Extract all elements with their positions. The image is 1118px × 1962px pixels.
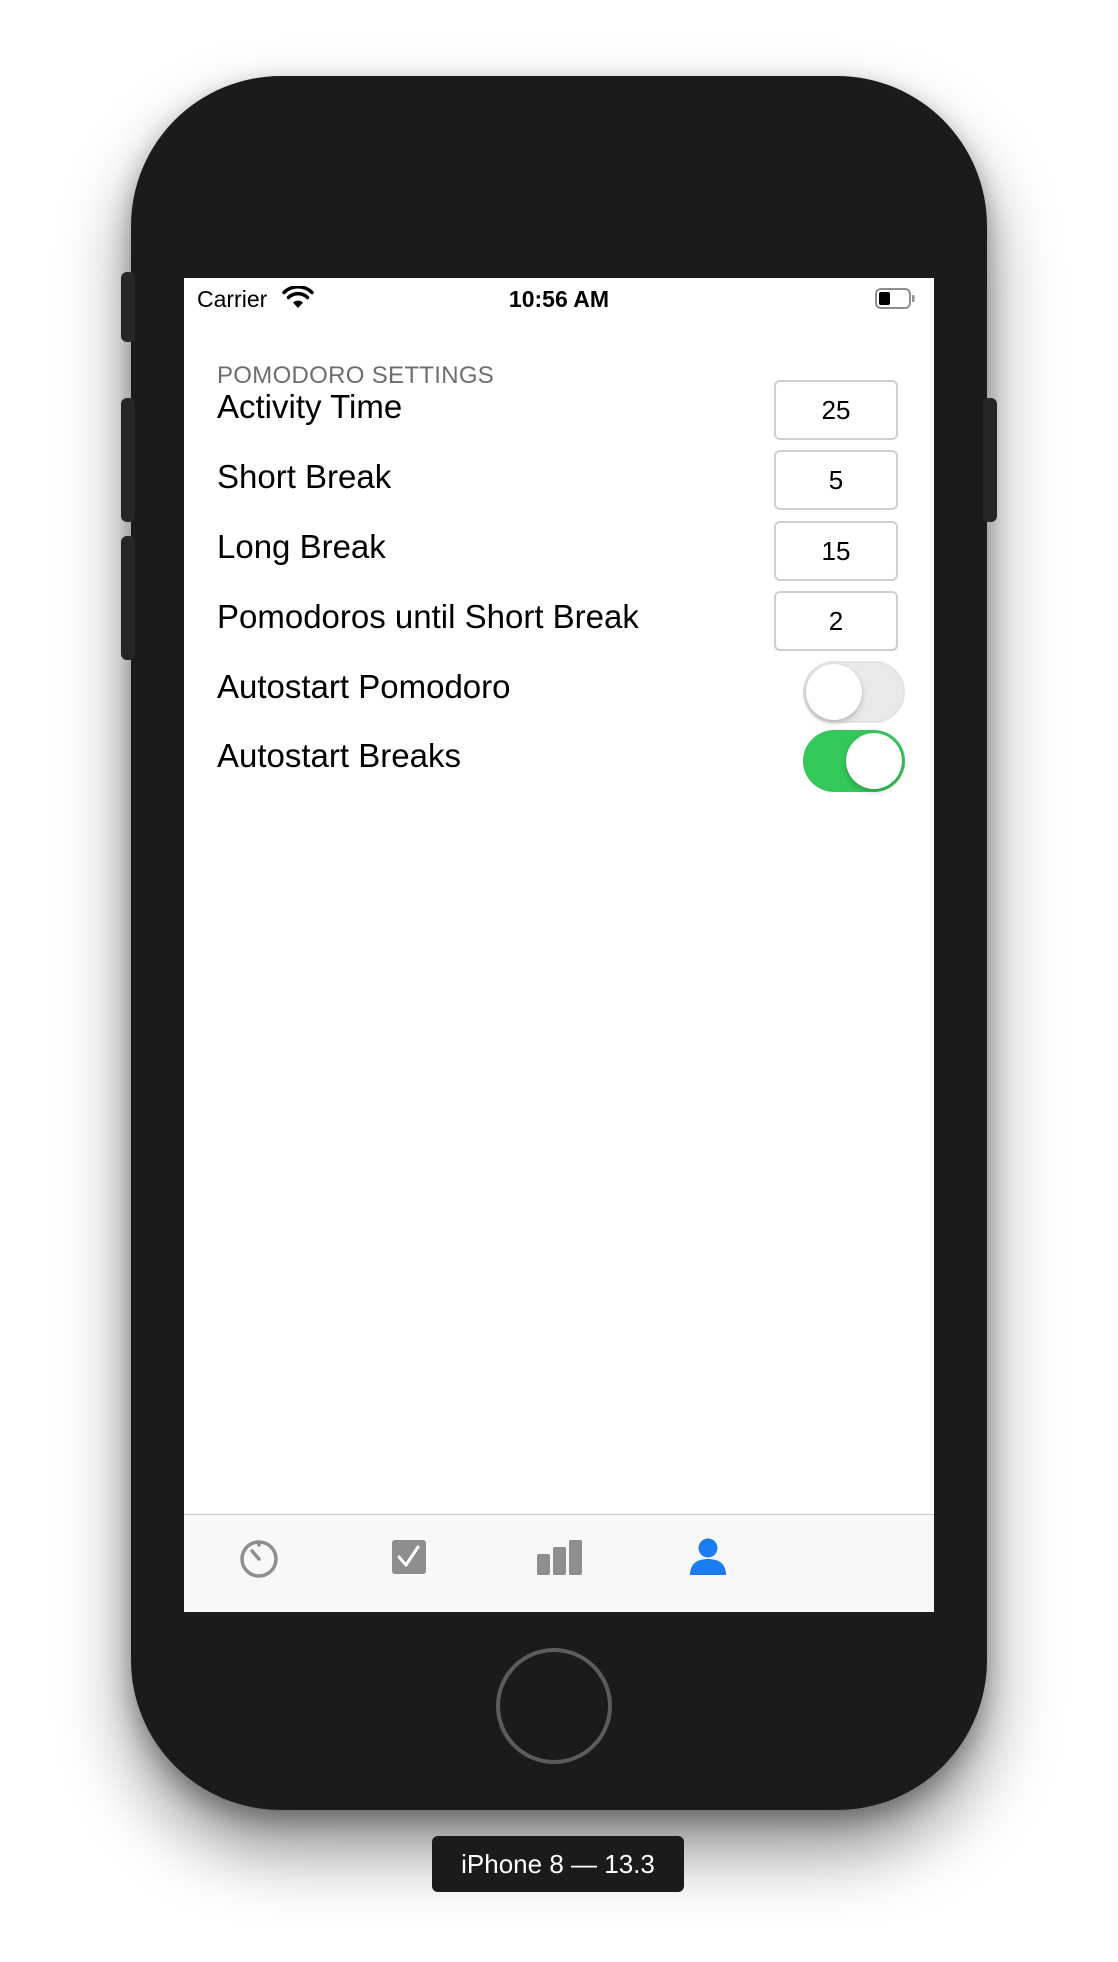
silent-switch bbox=[121, 272, 135, 342]
status-bar: Carrier 10:56 AM bbox=[184, 278, 934, 318]
long-break-label: Long Break bbox=[217, 528, 386, 565]
timer-icon bbox=[240, 1540, 278, 1578]
section-header: POMODORO SETTINGS bbox=[217, 362, 495, 389]
short-break-field[interactable] bbox=[774, 450, 898, 510]
status-time: 10:56 AM bbox=[508, 286, 610, 312]
tab-tasks[interactable] bbox=[379, 1531, 439, 1583]
toggle-knob bbox=[806, 664, 862, 720]
power-button bbox=[983, 398, 997, 522]
bar-chart-icon bbox=[537, 1540, 582, 1575]
autostart-pomodoro-label: Autostart Pomodoro bbox=[217, 668, 511, 705]
toggle-knob bbox=[846, 733, 902, 789]
volume-up-button bbox=[121, 398, 135, 522]
pomodoros-until-short-break-field[interactable] bbox=[774, 591, 898, 651]
short-break-label: Short Break bbox=[217, 458, 392, 495]
long-break-field[interactable] bbox=[774, 521, 898, 581]
home-button[interactable] bbox=[496, 1648, 612, 1764]
volume-down-button bbox=[121, 536, 135, 660]
activity-time-field[interactable] bbox=[774, 380, 898, 440]
pomodoros-until-short-break-label: Pomodoros until Short Break bbox=[217, 598, 639, 635]
tab-bar bbox=[184, 1514, 934, 1612]
activity-time-label: Activity Time bbox=[217, 388, 403, 425]
person-icon bbox=[690, 1538, 726, 1575]
battery-icon bbox=[875, 288, 915, 309]
autostart-pomodoro-toggle[interactable] bbox=[803, 661, 905, 723]
device-label: iPhone 8 — 13.3 bbox=[432, 1836, 684, 1892]
autostart-breaks-toggle[interactable] bbox=[803, 730, 905, 792]
tab-timer[interactable] bbox=[229, 1531, 289, 1583]
tab-stats[interactable] bbox=[529, 1531, 589, 1583]
app-screen: Carrier 10:56 AM POMODORO SETTINGS Activ… bbox=[184, 278, 934, 1612]
checkbox-icon bbox=[392, 1540, 426, 1574]
autostart-breaks-label: Autostart Breaks bbox=[217, 737, 461, 774]
tab-profile[interactable] bbox=[678, 1531, 738, 1583]
